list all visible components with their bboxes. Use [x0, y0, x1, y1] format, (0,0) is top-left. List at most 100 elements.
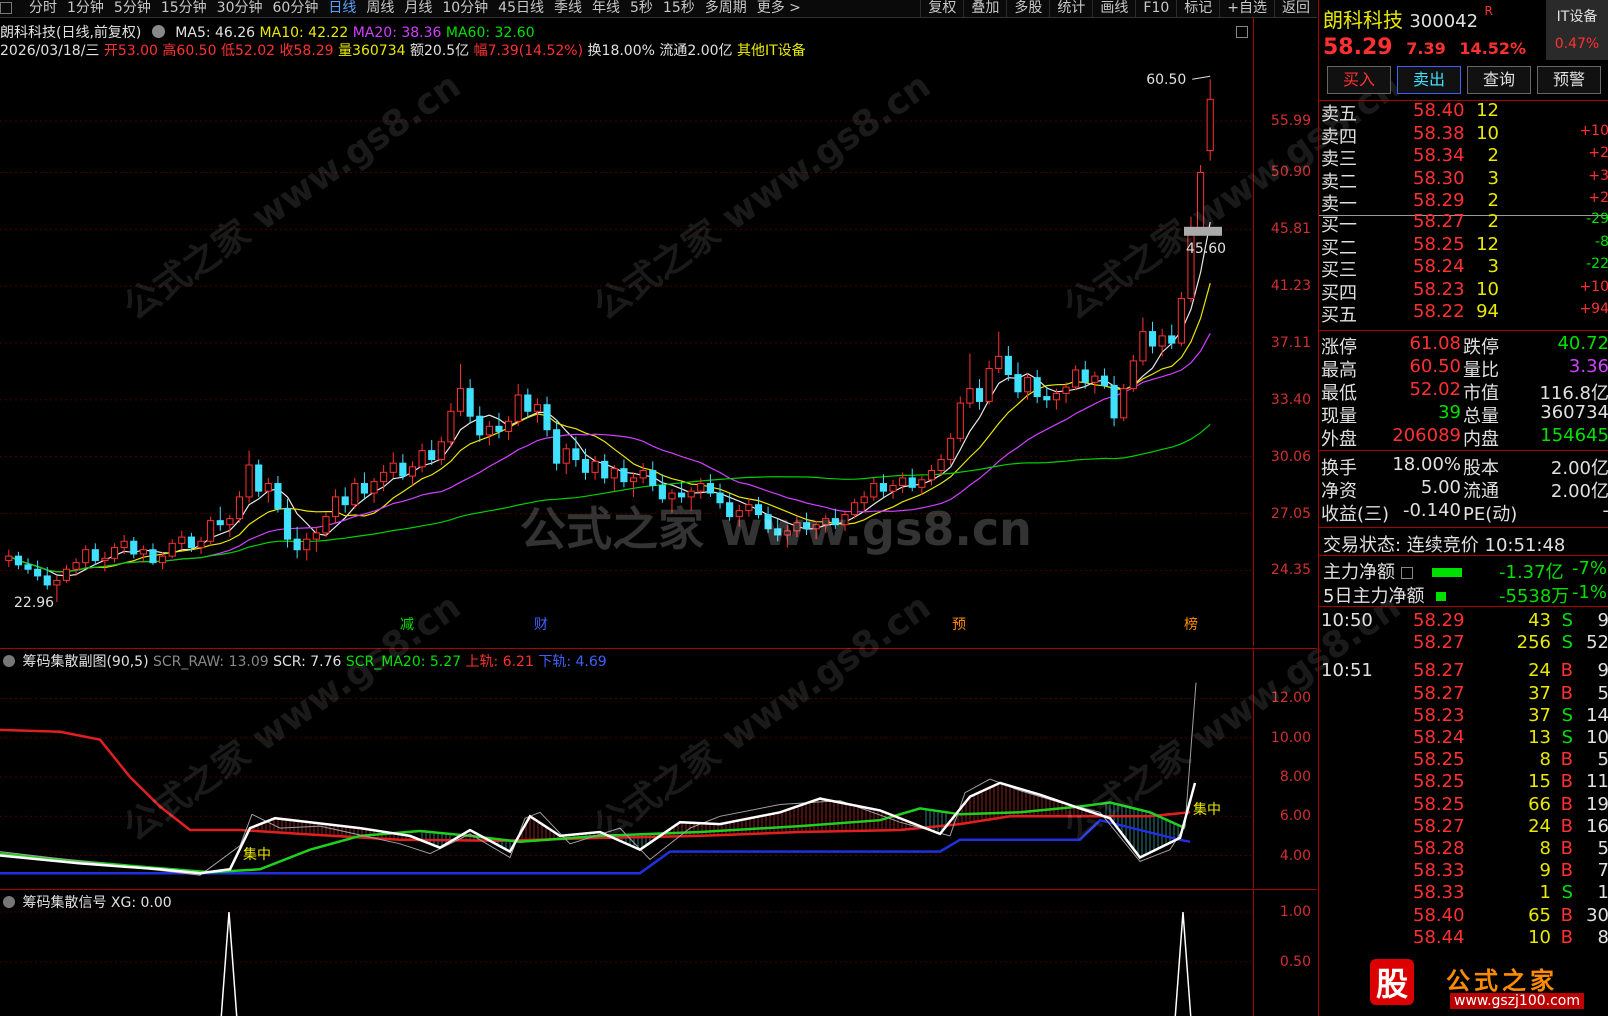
candle-body[interactable] [476, 415, 484, 436]
candle-body[interactable] [168, 542, 176, 557]
kline-canvas[interactable]: 60.50 22.96 45.60 减 财 预 榜 [0, 18, 1253, 646]
tick-row[interactable]: 58.40 65 B 30 [1319, 905, 1608, 928]
toolbar-button[interactable]: 画线 [1092, 0, 1135, 17]
candle-body[interactable] [841, 514, 849, 526]
candle-body[interactable] [178, 536, 186, 544]
period-tab[interactable]: 1分钟 [62, 0, 109, 17]
candle-body[interactable] [110, 547, 119, 559]
candle-body[interactable] [399, 462, 407, 477]
candle-body[interactable] [1033, 377, 1041, 398]
candle-body[interactable] [360, 483, 368, 494]
period-tab[interactable]: 60分钟 [268, 0, 324, 17]
candle-body[interactable] [5, 555, 13, 561]
candle-body[interactable] [812, 524, 820, 530]
candle-body[interactable] [197, 540, 205, 549]
candle-body[interactable] [1052, 392, 1060, 401]
candle-body[interactable] [149, 549, 157, 564]
candle-body[interactable] [985, 367, 993, 402]
event-marker[interactable]: 财 [534, 617, 548, 633]
tick-row[interactable]: 10:51 58.27 24 B 9 [1319, 660, 1608, 683]
candle-body[interactable] [937, 459, 945, 471]
candle-body[interactable] [601, 460, 609, 479]
candle-body[interactable] [1110, 384, 1118, 419]
period-tab[interactable]: 多周期 [700, 0, 752, 17]
candle-body[interactable] [1091, 375, 1099, 383]
ask-row[interactable]: 卖五 58.40 12 [1319, 100, 1608, 125]
period-tab[interactable]: 周线 [361, 0, 399, 17]
candle-body[interactable] [774, 528, 782, 536]
candle-body[interactable] [581, 459, 590, 473]
candle-body[interactable] [389, 462, 397, 473]
tick-row[interactable]: 58.27 256 S 52 [1319, 632, 1608, 655]
event-marker[interactable]: 榜 [1184, 616, 1198, 633]
tick-row[interactable]: 58.27 24 B 16 [1319, 816, 1608, 839]
tick-row[interactable]: 58.33 9 B 7 [1319, 860, 1608, 883]
candle-body[interactable] [351, 483, 359, 506]
candle-body[interactable] [533, 404, 541, 412]
candle-body[interactable] [1043, 396, 1051, 401]
candle-body[interactable] [764, 514, 772, 530]
candle-body[interactable] [899, 477, 907, 486]
bid-row[interactable]: 买五 58.22 94 +94 [1319, 301, 1608, 326]
candle-body[interactable] [1197, 171, 1205, 233]
candle-body[interactable] [245, 464, 253, 498]
candle-body[interactable] [995, 355, 1003, 369]
candle-body[interactable] [24, 564, 32, 570]
toolbar-button[interactable]: 多股 [1006, 0, 1049, 17]
tick-row[interactable]: 58.44 10 B 8 [1319, 927, 1608, 950]
candle-body[interactable] [783, 530, 791, 536]
candle-body[interactable] [687, 490, 695, 498]
candle-body[interactable] [370, 481, 378, 494]
event-marker[interactable]: 预 [952, 617, 966, 633]
candle-body[interactable] [572, 448, 580, 461]
candle-body[interactable] [879, 483, 887, 492]
candle-body[interactable] [975, 388, 984, 402]
candle-body[interactable] [341, 496, 349, 506]
candle-body[interactable] [505, 420, 513, 432]
tick-row[interactable]: 58.25 15 B 11 [1319, 771, 1608, 794]
candle-body[interactable] [187, 536, 195, 549]
signal-panel[interactable]: 筹码集散信号 XG: 0.00 1.00 0.50 [0, 889, 1317, 1016]
candle-body[interactable] [101, 557, 109, 561]
candle-body[interactable] [255, 464, 263, 492]
candle-body[interactable] [870, 483, 878, 498]
candle-body[interactable] [610, 468, 618, 479]
buy-button[interactable]: 买入 [1327, 66, 1391, 94]
candle-body[interactable] [1177, 297, 1185, 344]
toolbar-button[interactable]: 返回 [1274, 0, 1317, 17]
candle-body[interactable] [264, 483, 272, 492]
candle-body[interactable] [678, 492, 686, 498]
candle-body[interactable] [851, 502, 859, 516]
candle-body[interactable] [495, 425, 503, 432]
candle-body[interactable] [207, 520, 215, 542]
candle-body[interactable] [591, 460, 599, 473]
tick-row[interactable]: 58.25 8 B 5 [1319, 749, 1608, 772]
kline-panel[interactable]: 朗科科技(日线,前复权) MA5: 46.26 MA10: 42.22 MA20… [0, 18, 1408, 646]
candle-body[interactable] [1100, 375, 1109, 386]
tick-row[interactable]: 58.33 1 S 1 [1319, 882, 1608, 905]
candle-body[interactable] [706, 483, 714, 494]
candle-body[interactable] [716, 492, 724, 504]
period-tab[interactable]: 5秒 [625, 0, 658, 17]
candle-body[interactable] [1129, 360, 1137, 390]
candle-body[interactable] [543, 404, 551, 431]
period-tab[interactable]: 年线 [587, 0, 625, 17]
bid-row[interactable]: 买三 58.24 3 -22 [1319, 256, 1608, 281]
candle-body[interactable] [649, 469, 657, 486]
candle-body[interactable] [947, 437, 955, 461]
candle-body[interactable] [1072, 369, 1080, 388]
candle-body[interactable] [408, 466, 417, 477]
candle-body[interactable] [822, 518, 830, 526]
tick-row[interactable]: 58.28 8 B 5 [1319, 838, 1608, 861]
toolbar-button[interactable]: 叠加 [963, 0, 1006, 17]
candle-body[interactable] [62, 568, 71, 581]
candle-body[interactable] [130, 540, 138, 555]
period-tab[interactable]: 10分钟 [437, 0, 493, 17]
candle-body[interactable] [735, 510, 743, 518]
toolbar-button[interactable]: F10 [1135, 0, 1176, 17]
candle-body[interactable] [226, 518, 234, 526]
candle-body[interactable] [754, 504, 763, 516]
candle-body[interactable] [216, 520, 224, 526]
sell-button[interactable]: 卖出 [1397, 66, 1461, 94]
list-icon[interactable] [1400, 567, 1413, 579]
